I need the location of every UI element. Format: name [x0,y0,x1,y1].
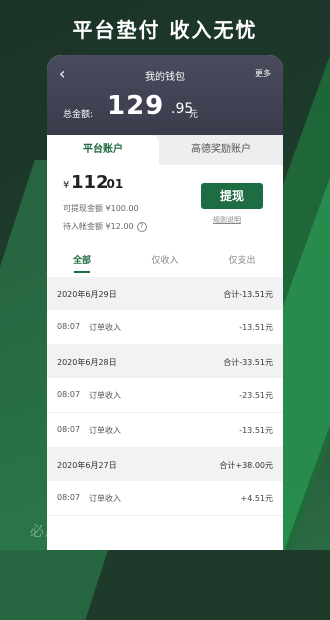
date-header: 2020年6月28日 合计-33.51元 [47,345,283,378]
record-type: 订单收入 [89,494,121,503]
list-item[interactable]: 08:07 订单收入 -13.51元 [47,310,283,345]
record-amount: +4.51元 [240,494,273,503]
account-tabs: 平台账户 高德奖励账户 [47,135,283,165]
date-total: 合计-33.51元 [223,358,273,367]
date-header: 2020年6月29日 合计-13.51元 [47,277,283,310]
date-total: 合计+38.00元 [219,461,273,470]
record-time: 08:07 [57,322,81,331]
record-time: 08:07 [57,493,81,502]
record-type: 订单收入 [89,426,121,435]
pending-amount-row: 待入帐金额 ¥12.00? [63,221,147,232]
record-amount: -13.51元 [239,323,273,332]
filter-expense-only[interactable]: 仅支出 [207,253,277,266]
wallet-header: ‹ 我的钱包 更多 总金额: 129 .95 元 [47,55,283,135]
record-time: 08:07 [57,425,81,434]
total-amount-unit: 元 [189,110,199,120]
watermark: 必用手机精选 · BYJSJXY.COM [30,524,235,540]
record-amount: -13.51元 [239,426,273,435]
tab-platform-account[interactable]: 平台账户 [47,135,159,165]
date-total: 合计-13.51元 [223,290,273,299]
date-label: 2020年6月27日 [57,461,117,470]
total-amount-integer: 129 [107,91,165,121]
page-title: 我的钱包 [145,72,185,83]
filter-income-only[interactable]: 仅收入 [130,253,200,266]
list-item[interactable]: 08:07 订单收入 -23.51元 [47,378,283,413]
balance-decimal: .01 [102,177,124,191]
date-header: 2020年6月27日 合计+38.00元 [47,448,283,481]
rules-link[interactable]: 规则说明 [213,215,241,225]
list-item[interactable]: 08:07 订单收入 +4.51元 [47,481,283,516]
records-list: 2020年6月29日 合计-13.51元 08:07 订单收入 -13.51元 … [47,277,283,516]
record-amount: -23.51元 [239,391,273,400]
total-amount-label: 总金额: [63,110,94,120]
more-button[interactable]: 更多 [255,68,271,79]
filter-all[interactable]: 全部 [47,253,117,266]
date-label: 2020年6月28日 [57,358,117,367]
active-filter-indicator [74,271,90,273]
record-time: 08:07 [57,390,81,399]
withdraw-button[interactable]: 提现 [201,183,263,209]
phone-screen: ‹ 我的钱包 更多 总金额: 129 .95 元 平台账户 高德奖励账户 ¥ 1… [47,55,283,550]
withdrawable-amount: 可提现金额 ¥100.00 [63,204,139,213]
pending-amount: 待入帐金额 ¥12.00 [63,222,134,231]
tab-reward-account[interactable]: 高德奖励账户 [159,135,283,165]
record-type: 订单收入 [89,323,121,332]
record-type: 订单收入 [89,391,121,400]
info-icon[interactable]: ? [136,221,147,232]
date-label: 2020年6月29日 [57,290,117,299]
promo-headline: 平台垫付 收入无忧 [72,18,258,42]
balance-currency: ¥ [63,180,70,191]
list-item[interactable]: 08:07 订单收入 -13.51元 [47,413,283,448]
